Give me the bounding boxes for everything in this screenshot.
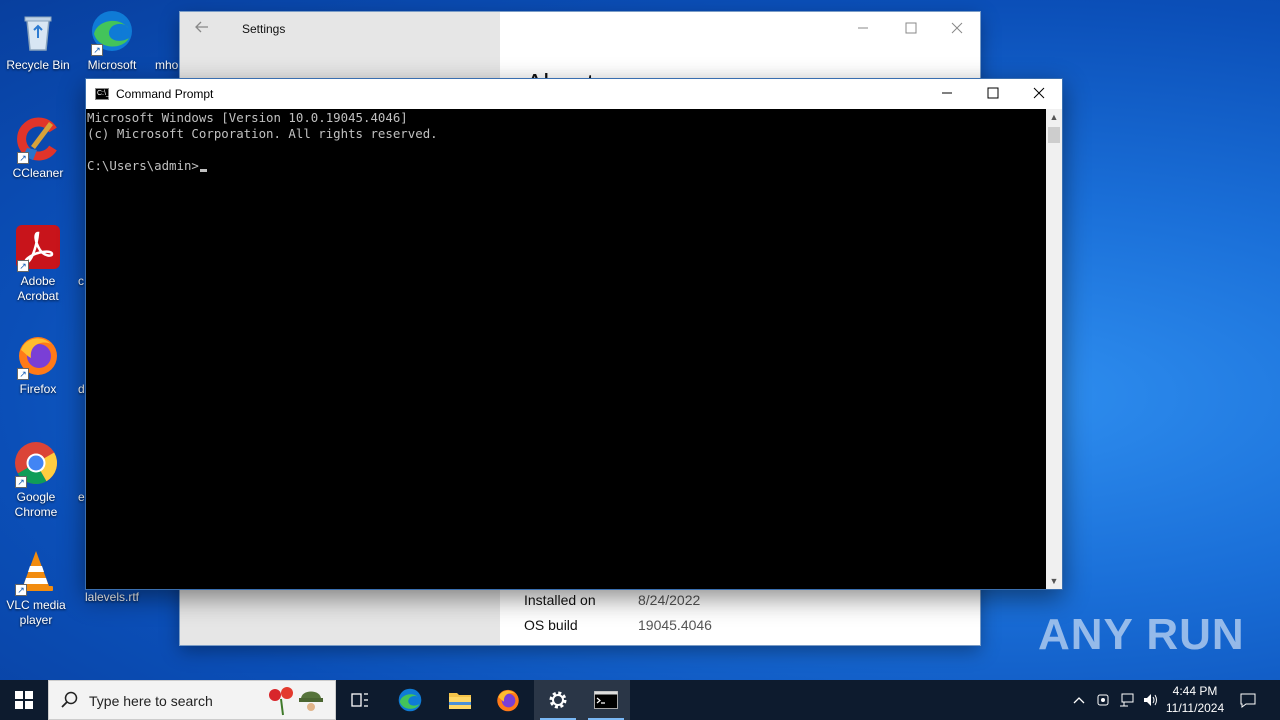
speaker-icon — [1144, 694, 1157, 706]
edge-icon: ↗ — [89, 8, 135, 56]
windows-logo-icon — [15, 691, 33, 709]
desktop-icon-firefox[interactable]: ↗ Firefox — [0, 332, 76, 397]
tray-app-icon[interactable] — [1092, 680, 1114, 720]
shortcut-arrow-icon: ↗ — [91, 44, 103, 56]
console-prompt-line[interactable]: C:\Users\admin> — [87, 158, 1047, 174]
text-cursor — [199, 169, 207, 172]
desktop-icon-label: lalevels.rtf — [84, 590, 140, 604]
shortcut-arrow-icon: ↗ — [15, 476, 27, 488]
desktop-icon-vlc[interactable]: ↗ VLC media player — [0, 548, 74, 628]
desktop-icon-label: Microsoft Edge — [87, 58, 137, 72]
spec-value: 8/24/2022 — [638, 592, 701, 608]
desktop-icon-google-chrome[interactable]: ↗ Google Chrome — [0, 440, 74, 520]
desktop-icon-adobe-acrobat[interactable]: ↗ Adobe Acrobat — [0, 224, 76, 304]
console-prompt: C:\Users\admin> — [87, 158, 199, 173]
search-highlight-icon — [261, 683, 333, 717]
task-view-icon — [351, 693, 368, 707]
desktop-icon-label: Recycle Bin — [6, 58, 70, 72]
chrome-icon: ↗ — [13, 440, 59, 488]
settings-title: Settings — [242, 22, 286, 36]
scroll-up-icon[interactable]: ▲ — [1046, 109, 1062, 125]
desktop-icon-lalevels-rtf[interactable]: lalevels.rtf — [74, 590, 150, 605]
desktop-icon-ccleaner[interactable]: ↗ CCleaner — [0, 116, 76, 181]
taskbar-settings-button[interactable] — [534, 680, 582, 720]
shortcut-arrow-icon: ↗ — [15, 584, 27, 596]
desktop-icon-label: Firefox — [19, 382, 57, 396]
close-button[interactable] — [1016, 79, 1062, 109]
taskbar: Type here to search 4:44 PM 11/11/2024 — [0, 680, 1280, 720]
desktop-icon-partial-label: d — [78, 382, 85, 396]
back-arrow-icon[interactable] — [194, 19, 214, 39]
spec-label: OS build — [524, 617, 578, 633]
notifications-button[interactable] — [1234, 680, 1262, 720]
command-prompt-icon: C:\_ — [95, 88, 110, 100]
settings-titlebar[interactable]: Settings — [180, 12, 980, 46]
firefox-icon — [497, 689, 519, 712]
taskbar-file-explorer-button[interactable] — [436, 680, 484, 720]
command-prompt-window[interactable]: C:\_ Command Prompt Microsoft Windows [V… — [85, 78, 1063, 590]
desktop-icon-label: CCleaner — [12, 166, 64, 180]
desktop-icon-partial-label: c — [78, 274, 84, 288]
maximize-button[interactable] — [896, 18, 926, 40]
console-line: (c) Microsoft Corporation. All rights re… — [87, 126, 438, 141]
task-view-button[interactable] — [336, 680, 384, 720]
desktop-icon-partial-label: e — [78, 490, 85, 504]
taskbar-search-box[interactable]: Type here to search — [48, 680, 336, 720]
command-prompt-icon — [594, 691, 618, 709]
spec-row-os-build: OS build 19045.4046 — [524, 617, 944, 633]
close-button[interactable] — [942, 18, 972, 40]
network-icon — [1120, 693, 1134, 707]
cmd-title: Command Prompt — [116, 87, 214, 101]
chevron-up-icon — [1073, 697, 1085, 704]
desktop-icon-label: Google Chrome — [14, 490, 58, 519]
show-hidden-icons-button[interactable] — [1068, 680, 1090, 720]
taskbar-command-prompt-button[interactable] — [582, 680, 630, 720]
anyrun-watermark: ANY RUN — [1038, 610, 1245, 659]
spec-value: 19045.4046 — [638, 617, 712, 633]
shortcut-arrow-icon: ↗ — [17, 260, 29, 272]
search-placeholder: Type here to search — [89, 693, 213, 709]
desktop-icon-partial-label: mho — [155, 58, 179, 72]
network-button[interactable] — [1116, 680, 1138, 720]
vlc-icon: ↗ — [13, 548, 59, 596]
shortcut-arrow-icon: ↗ — [17, 152, 29, 164]
maximize-button[interactable] — [970, 79, 1016, 109]
console-line: Microsoft Windows [Version 10.0.19045.40… — [87, 110, 408, 125]
minimize-button[interactable] — [848, 18, 878, 40]
clock-date: 11/11/2024 — [1165, 701, 1225, 715]
notification-icon — [1240, 693, 1256, 708]
system-clock[interactable]: 4:44 PM 11/11/2024 — [1158, 683, 1232, 717]
folder-icon — [449, 693, 471, 709]
recycle-bin-icon — [15, 8, 61, 54]
vertical-scrollbar[interactable]: ▲ ▼ — [1046, 109, 1062, 589]
search-icon — [61, 691, 79, 714]
taskbar-firefox-button[interactable] — [484, 680, 532, 720]
scrollbar-thumb[interactable] — [1048, 127, 1060, 143]
edge-icon — [398, 688, 422, 712]
console-output[interactable]: Microsoft Windows [Version 10.0.19045.40… — [86, 109, 1047, 589]
spec-label: Installed on — [524, 592, 596, 608]
tray-device-icon — [1097, 694, 1109, 706]
cmd-titlebar[interactable]: C:\_ Command Prompt — [86, 79, 1062, 109]
desktop-icon-label: Adobe Acrobat — [17, 274, 59, 303]
minimize-button[interactable] — [924, 79, 970, 109]
shortcut-arrow-icon: ↗ — [17, 368, 29, 380]
gear-icon — [549, 691, 567, 709]
ccleaner-icon: ↗ — [15, 116, 61, 164]
start-button[interactable] — [0, 680, 48, 720]
scroll-down-icon[interactable]: ▼ — [1046, 573, 1062, 589]
desktop-icon-recycle-bin[interactable]: Recycle Bin — [0, 8, 76, 73]
desktop-icon-label: VLC media player — [6, 598, 66, 627]
desktop-icon-edge[interactable]: ↗ Microsoft Edge — [74, 8, 150, 73]
taskbar-edge-button[interactable] — [386, 680, 434, 720]
clock-time: 4:44 PM — [1172, 684, 1218, 698]
spec-row-installed-on: Installed on 8/24/2022 — [524, 592, 944, 608]
adobe-acrobat-icon: ↗ — [15, 224, 61, 272]
firefox-icon: ↗ — [15, 332, 61, 380]
